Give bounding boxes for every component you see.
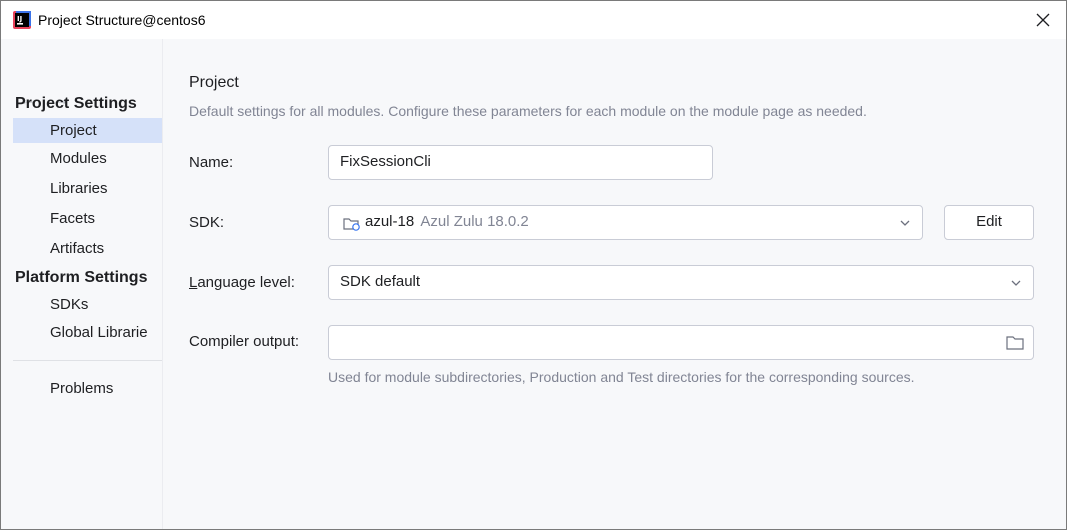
sdk-dropdown[interactable]: azul-18 Azul Zulu 18.0.2	[328, 205, 923, 240]
compiler-output-hint: Used for module subdirectories, Producti…	[328, 369, 915, 385]
project-settings-header: Project Settings	[15, 95, 137, 112]
language-level-value: SDK default	[340, 273, 421, 290]
sidebar-item-global-libraries[interactable]: Global Librarie	[13, 320, 162, 345]
sidebar-item-sdks[interactable]: SDKs	[13, 292, 162, 317]
browse-folder-icon[interactable]	[1006, 335, 1024, 351]
page-title: Project	[189, 74, 239, 91]
sdk-folder-icon	[343, 218, 360, 231]
sdk-name: azul-18	[365, 213, 415, 230]
close-icon	[1036, 13, 1050, 27]
window-title: Project Structure@centos6	[38, 12, 206, 28]
chevron-down-icon	[900, 220, 910, 226]
name-value: FixSessionCli	[340, 153, 431, 170]
sidebar-item-project[interactable]: Project	[13, 118, 162, 143]
project-structure-window: IJ Project Structure@centos6 ← → Project…	[0, 0, 1067, 530]
sidebar-divider	[13, 360, 162, 361]
close-button[interactable]	[1020, 1, 1066, 39]
sdk-detail: Azul Zulu 18.0.2	[420, 213, 529, 230]
platform-settings-header: Platform Settings	[15, 269, 148, 286]
svg-text:IJ: IJ	[17, 15, 22, 23]
sdk-label: SDK:	[189, 214, 225, 231]
compiler-output-label: Compiler output:	[189, 333, 300, 350]
sdk-value: azul-18 Azul Zulu 18.0.2	[365, 213, 529, 230]
sidebar-item-modules[interactable]: Modules	[13, 146, 162, 171]
language-level-label: Language level:	[189, 274, 295, 291]
chevron-down-icon	[1011, 280, 1021, 286]
sidebar-item-libraries[interactable]: Libraries	[13, 176, 162, 201]
intellij-app-icon: IJ	[13, 11, 31, 29]
page-description: Default settings for all modules. Config…	[189, 103, 867, 119]
name-label: Name:	[189, 154, 234, 171]
title-bar: IJ Project Structure@centos6	[1, 1, 1066, 39]
sidebar-item-problems[interactable]: Problems	[13, 376, 162, 401]
sidebar-item-facets[interactable]: Facets	[13, 206, 162, 231]
language-level-dropdown[interactable]: SDK default	[328, 265, 1034, 300]
sdk-edit-button[interactable]: Edit	[944, 205, 1034, 240]
name-field[interactable]: FixSessionCli	[328, 145, 713, 180]
compiler-output-field[interactable]	[328, 325, 1034, 360]
sidebar-item-artifacts[interactable]: Artifacts	[13, 236, 162, 261]
